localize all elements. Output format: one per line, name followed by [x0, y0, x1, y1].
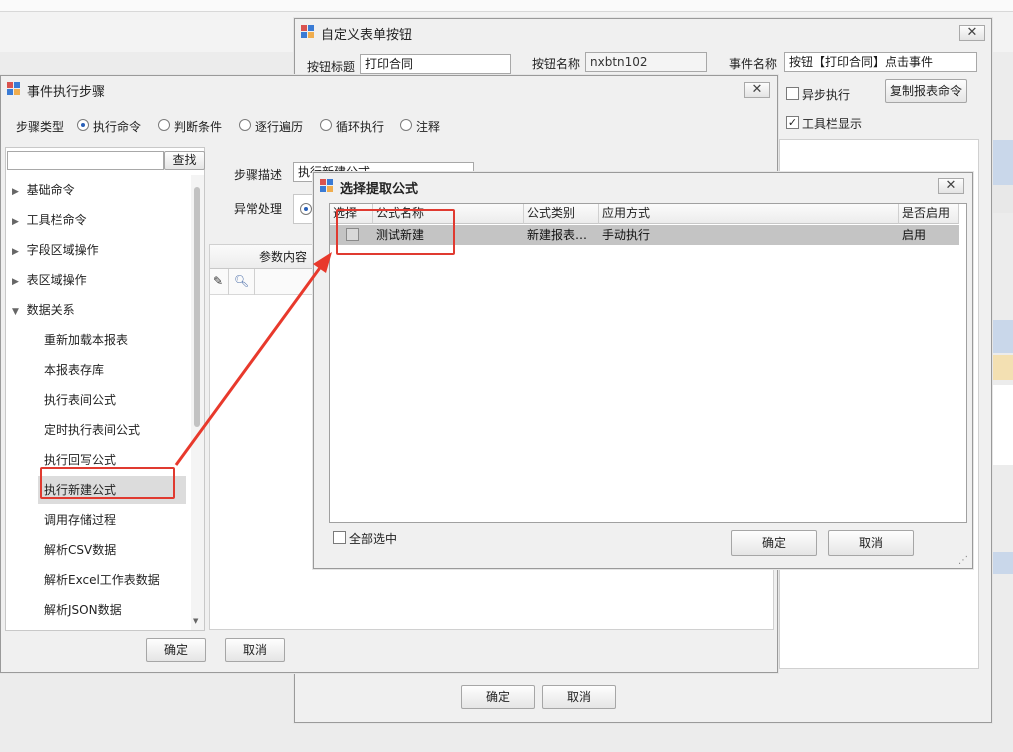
arrow-line [174, 264, 324, 466]
arrow-head [313, 252, 332, 273]
annotation-arrow [174, 252, 332, 466]
